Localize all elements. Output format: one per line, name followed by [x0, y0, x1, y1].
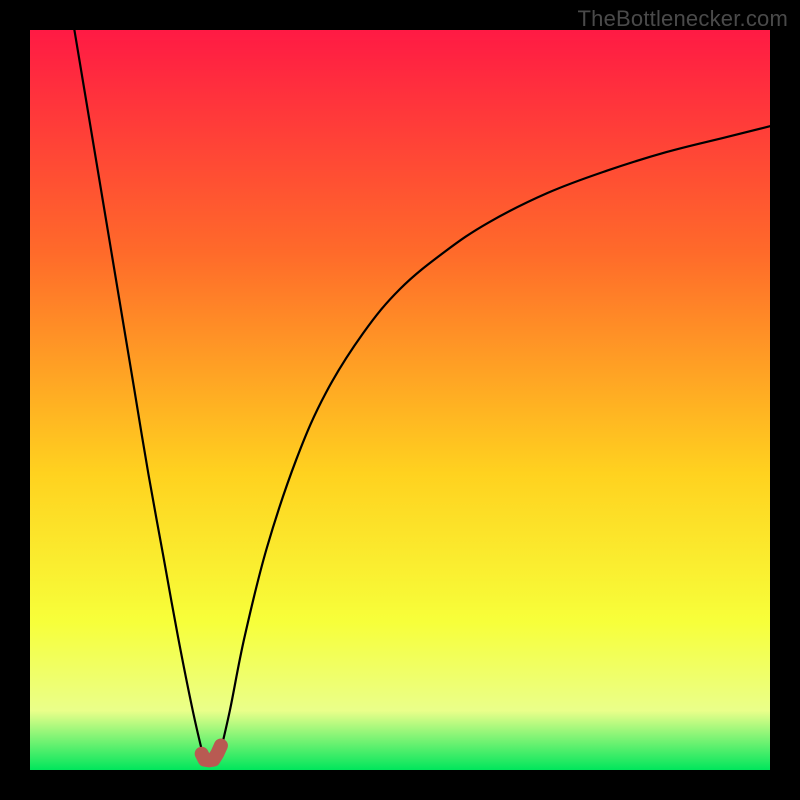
- bottleneck-curve: [30, 30, 770, 770]
- notch-marker: [202, 746, 221, 761]
- curve-segment: [219, 126, 770, 759]
- chart-frame: TheBottlenecker.com: [0, 0, 800, 800]
- plot-area: [30, 30, 770, 770]
- curve-segment: [74, 30, 204, 759]
- watermark-text: TheBottlenecker.com: [578, 6, 788, 32]
